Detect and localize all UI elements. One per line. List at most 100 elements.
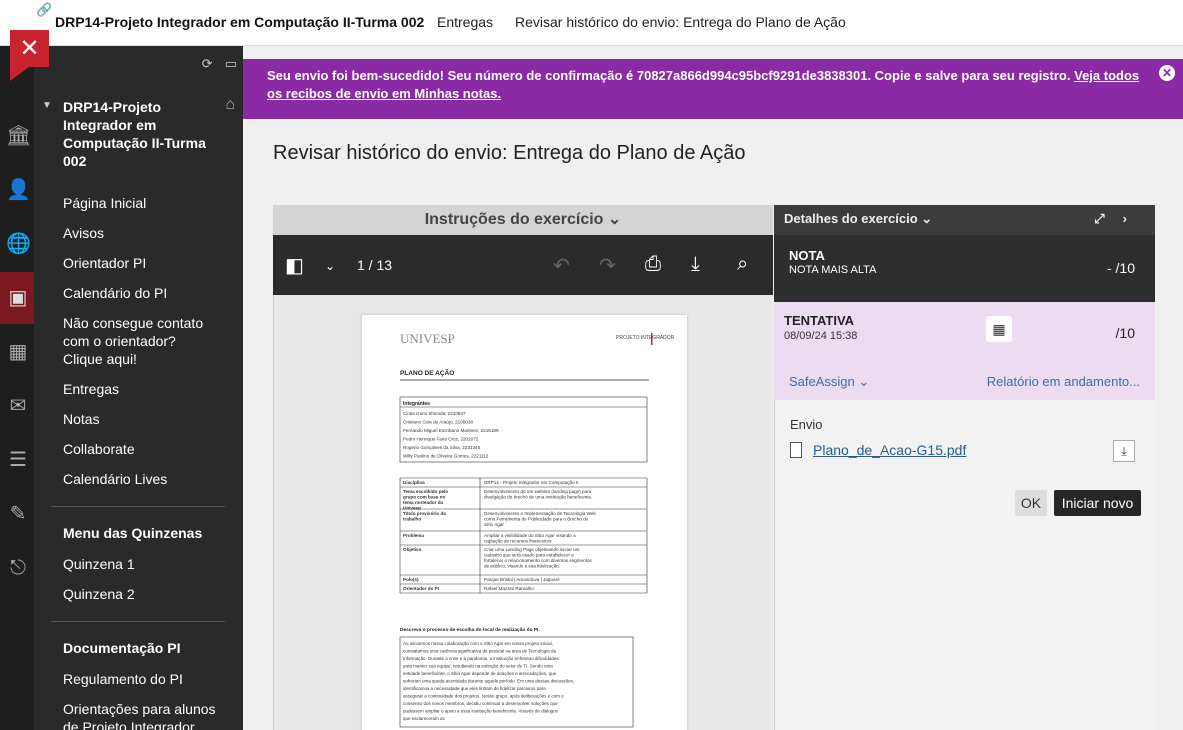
integrante-name: Fernando Miguel Escribano Martinez, 2216… [403,428,499,433]
menu-item-calendario-pi[interactable]: Calendário do PI [63,284,228,302]
menu-item-orientacoes[interactable]: Orientações para alunos de Projeto Integ… [63,700,223,730]
menu-item-avisos[interactable]: Avisos [63,224,228,242]
table-key: Problema [403,533,424,538]
logout-icon[interactable]: ⎋ [6,556,30,580]
print-icon[interactable]: ⎙ [645,253,661,276]
viewer-toolbar: ◧ ⌄ 1 / 13 ↶ ↷ ⎙ ⤓ ⌕ [273,235,773,295]
document-page-content: UNIVESP PROJETO INTEGRADOR PLANO DE AÇÃO… [399,331,675,728]
chevron-down-icon[interactable]: ⌄ [325,259,335,273]
menu-course-title[interactable]: DRP14-Projeto Integrador em Computação I… [63,98,213,170]
univesp-logo: UNIVESP [400,331,455,346]
grid-icon[interactable]: ▦ [986,316,1012,342]
menu-item-regulamento[interactable]: Regulamento do PI [63,670,228,688]
doc-heading: PLANO DE AÇÃO [400,368,454,377]
institution-icon[interactable]: 🏛 [6,124,31,148]
menu-item-collaborate[interactable]: Collaborate [63,440,228,458]
calendar-icon[interactable]: ▦ [6,340,30,364]
menu-item-notas[interactable]: Notas [63,410,228,428]
table-key: tema norteador da [403,500,444,505]
details-header-actions: ⤢ › [1094,205,1127,233]
collapse-caret-icon[interactable]: ▼ [42,100,52,111]
refresh-icon[interactable]: ⟳ [202,56,213,71]
chevron-right-icon[interactable]: › [1123,211,1127,226]
menu-item-lives[interactable]: Calendário Lives [63,470,228,488]
ok-button[interactable]: OK [1015,490,1047,516]
page-indicator: 1 / 13 [357,257,393,273]
download-file-icon[interactable]: ⤓ [1113,440,1135,462]
table-row: Orientador do PI Rafael Mazzini Ramalho [403,586,534,591]
redo-icon[interactable]: ↷ [599,253,616,278]
download-icon[interactable]: ⤓ [691,253,700,276]
integrantes-label: Integrantes [403,401,430,407]
section2-line: constatamos uma carência significativa d… [403,649,557,654]
file-icon [790,442,802,458]
table-key: Título provisório do [403,511,446,516]
success-banner: Seu envio foi bem-sucedido! Seu número d… [243,59,1183,119]
menu-item-orientador[interactable]: Orientador PI [63,254,228,272]
sidebar-toggle-icon[interactable]: ◧ [285,253,304,278]
courses-icon[interactable]: ▣ [6,286,30,310]
table-value: cadastro que será usado para estabelecer… [484,553,574,558]
section2-title: Descreva o processo de escolha do local … [400,627,540,633]
search-icon[interactable]: ⌕ [737,253,748,276]
close-icon[interactable]: ✕ [10,30,49,67]
instructions-toggle[interactable]: Instruções do exercício ⌄ [273,205,773,235]
menu-item-contato[interactable]: Não consegue contato com o orientador? C… [63,314,218,368]
integrante-name: Rogerio Gonçalves da Silva, 2231346 [403,445,481,450]
link-icon[interactable]: 🔗 [36,2,52,18]
integrante-name: Cintia Izumi Shinoda, 2210847 [403,411,466,416]
course-title-link[interactable]: DRP14-Projeto Integrador em Computação I… [55,14,424,30]
menu-tools: ⟳ ▭ [190,56,237,72]
table-value: Ampliar a visibilidade do Sítio Agar vis… [484,533,576,538]
menu-section-quinzenas: Menu das Quinzenas [63,525,203,541]
table-value: DRP14 - Projeto Integrador em Computação… [484,480,578,485]
home-icon[interactable]: ⌂ [225,96,235,114]
section2-line: para manter sua equipe, resultando na ex… [403,664,553,669]
folder-icon[interactable]: ▭ [225,56,237,71]
section2-line: que esclareceram as [403,716,446,721]
document-area[interactable]: UNIVESP PROJETO INTEGRADOR PLANO DE AÇÃO… [273,295,773,730]
details-header[interactable]: Detalhes do exercício ⌄ ⤢ › [774,205,1155,235]
submitted-file-link[interactable]: Plano_de_Acao-G15.pdf [813,442,966,458]
undo-icon[interactable]: ↶ [553,253,570,278]
table-value: Desenvolvimento e Implementação de Tecno… [484,511,596,516]
grades-icon[interactable]: ☰ [6,448,30,472]
table-value: Rafael Mazzini Ramalho [484,586,534,591]
integrante-name: Willy Paulino de Oliveira Gomes, 2221112 [403,454,489,459]
integrante-name: Pedro Henrique Faria Cruz, 2202072 [403,437,479,442]
messages-icon[interactable]: ✉ [6,394,30,418]
banner-close-icon[interactable]: ✕ [1159,65,1175,81]
safeassign-toggle[interactable]: SafeAssign ⌄ [789,374,869,390]
section2-line: pudessem ampliar o apoio a essa institui… [403,709,559,714]
table-value: Desenvolvimento de um website (landing p… [484,489,592,494]
attempt-value: /10 [1115,325,1135,341]
expand-icon[interactable]: ⤢ [1094,211,1104,226]
menu-item-entregas[interactable]: Entregas [63,380,228,398]
table-key: Univesp [403,506,421,511]
menu-item-pagina-inicial[interactable]: Página Inicial [63,194,228,212]
attempt-label: TENTATIVA [784,313,855,328]
chevron-down-icon: ⌄ [858,374,870,389]
menu-item-quinzena-1[interactable]: Quinzena 1 [63,555,228,573]
table-row: Polo(s) Parque Bristol | Aricanduva | Jag… [403,577,560,582]
globe-icon[interactable]: 🌐 [6,232,31,256]
edit-icon[interactable]: ✎ [6,502,30,526]
details-label: Detalhes do exercício [784,211,918,226]
table-key: Tema escolhido pelo [403,489,448,494]
breadcrumb-entregas[interactable]: Entregas [437,14,493,30]
global-nav-rail: 🏛 👤 🌐 ▣ ▦ ✉ ☰ ✎ ⎋ [0,46,34,730]
page-title: Revisar histórico do envio: Entrega do P… [273,142,746,164]
grade-sublabel: NOTA MAIS ALTA [789,264,877,276]
table-value: divulgação do brechó de uma instituição … [484,495,592,500]
section2-line: sofreram uma queda acentuada durante aqu… [403,679,574,684]
start-new-button[interactable]: Iniciar novo [1054,490,1141,516]
report-status-link[interactable]: Relatório em andamento... [987,374,1140,389]
table-value: Parque Bristol | Aricanduva | Jaguaré [484,577,560,582]
table-value: fortalecer o relacionamento com diversos… [484,558,592,563]
brand-mark [651,333,653,345]
table-value: Criar uma Landing Page objetivando inici… [484,547,580,552]
section2-line: Informação. Durante a crise e a pandemia… [403,656,559,661]
table-row: Problema Ampliar a visibilidade do Sítio … [403,533,576,544]
menu-item-quinzena-2[interactable]: Quinzena 2 [63,585,228,603]
profile-icon[interactable]: 👤 [6,178,31,202]
